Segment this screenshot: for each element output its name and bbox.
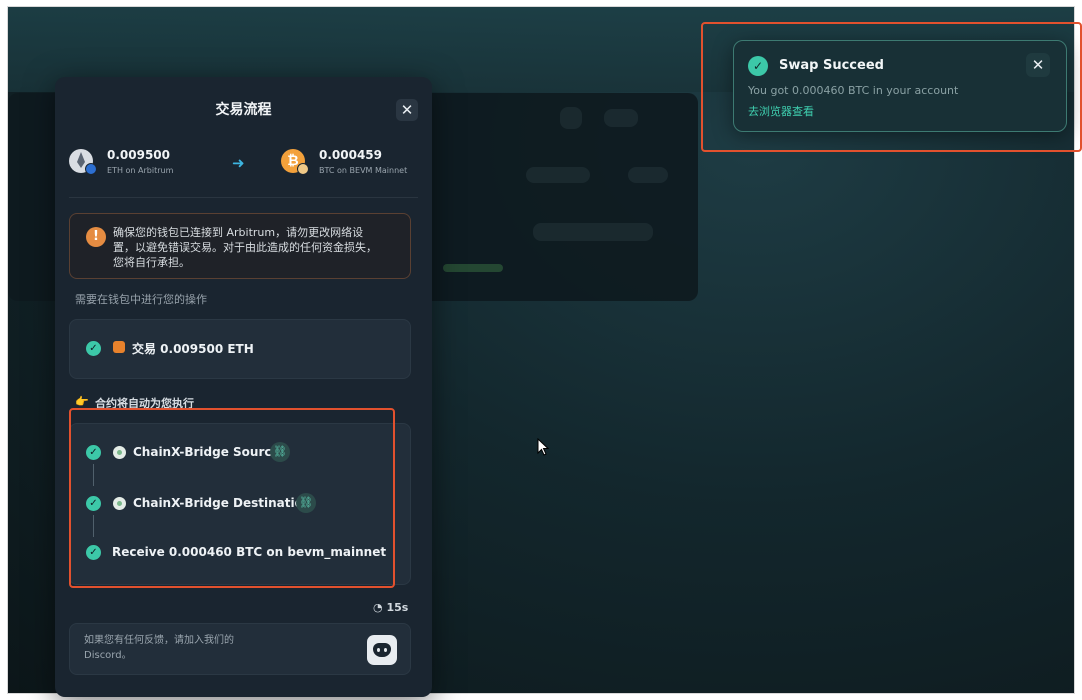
- background-icon: [604, 109, 638, 127]
- to-amount: 0.000459: [319, 148, 383, 162]
- background-field: [533, 223, 653, 241]
- arbitrum-badge-icon: [85, 163, 97, 175]
- from-amount: 0.009500: [107, 148, 171, 162]
- timer-value: 15s: [386, 601, 409, 614]
- check-icon: ✓: [86, 341, 101, 356]
- arrow-right-icon: ➜: [232, 154, 245, 172]
- wallet-step-box: ✓ 交易 0.009500 ETH: [69, 319, 411, 379]
- background-field: [628, 167, 668, 183]
- close-button[interactable]: ✕: [396, 99, 418, 121]
- background-accent: [443, 264, 503, 272]
- highlight-box: [69, 408, 395, 588]
- network-warning: ! 确保您的钱包已连接到 Arbitrum，请勿更改网络设置，以避免错误交易。对…: [69, 213, 411, 279]
- to-network: BTC on BEVM Mainnet: [319, 166, 408, 175]
- clock-icon: ◔: [373, 601, 383, 614]
- warning-text: 确保您的钱包已连接到 Arbitrum，请勿更改网络设置，以避免错误交易。对于由…: [113, 226, 377, 269]
- highlight-box: [701, 22, 1082, 152]
- from-network: ETH on Arbitrum: [107, 166, 174, 175]
- divider: [69, 197, 418, 198]
- warning-icon: !: [86, 227, 106, 247]
- discord-icon: [373, 643, 391, 657]
- bevm-badge-icon: [297, 163, 309, 175]
- wallet-section-label: 需要在钱包中进行您的操作: [75, 293, 207, 306]
- feedback-box: 如果您有任何反馈，请加入我们的 Discord。: [69, 623, 411, 675]
- discord-button[interactable]: [367, 635, 397, 665]
- modal-title: 交易流程: [215, 102, 272, 118]
- background-icon: [560, 107, 582, 129]
- swap-summary: 0.009500 ETH on Arbitrum ➜ ₿ 0.000459 BT…: [69, 145, 419, 185]
- wallet-step-text: 交易 0.009500 ETH: [132, 342, 254, 356]
- feedback-text: 如果您有任何反馈，请加入我们的 Discord。: [84, 635, 234, 661]
- hand-pointer-icon: 👉: [75, 395, 89, 408]
- background-field: [526, 167, 590, 183]
- timer: ◔ 15s: [373, 601, 408, 614]
- transaction-flow-modal: 交易流程 ✕ 0.009500 ETH on Arbitrum ➜ ₿ 0.00…: [55, 77, 432, 697]
- metamask-icon: [113, 341, 125, 353]
